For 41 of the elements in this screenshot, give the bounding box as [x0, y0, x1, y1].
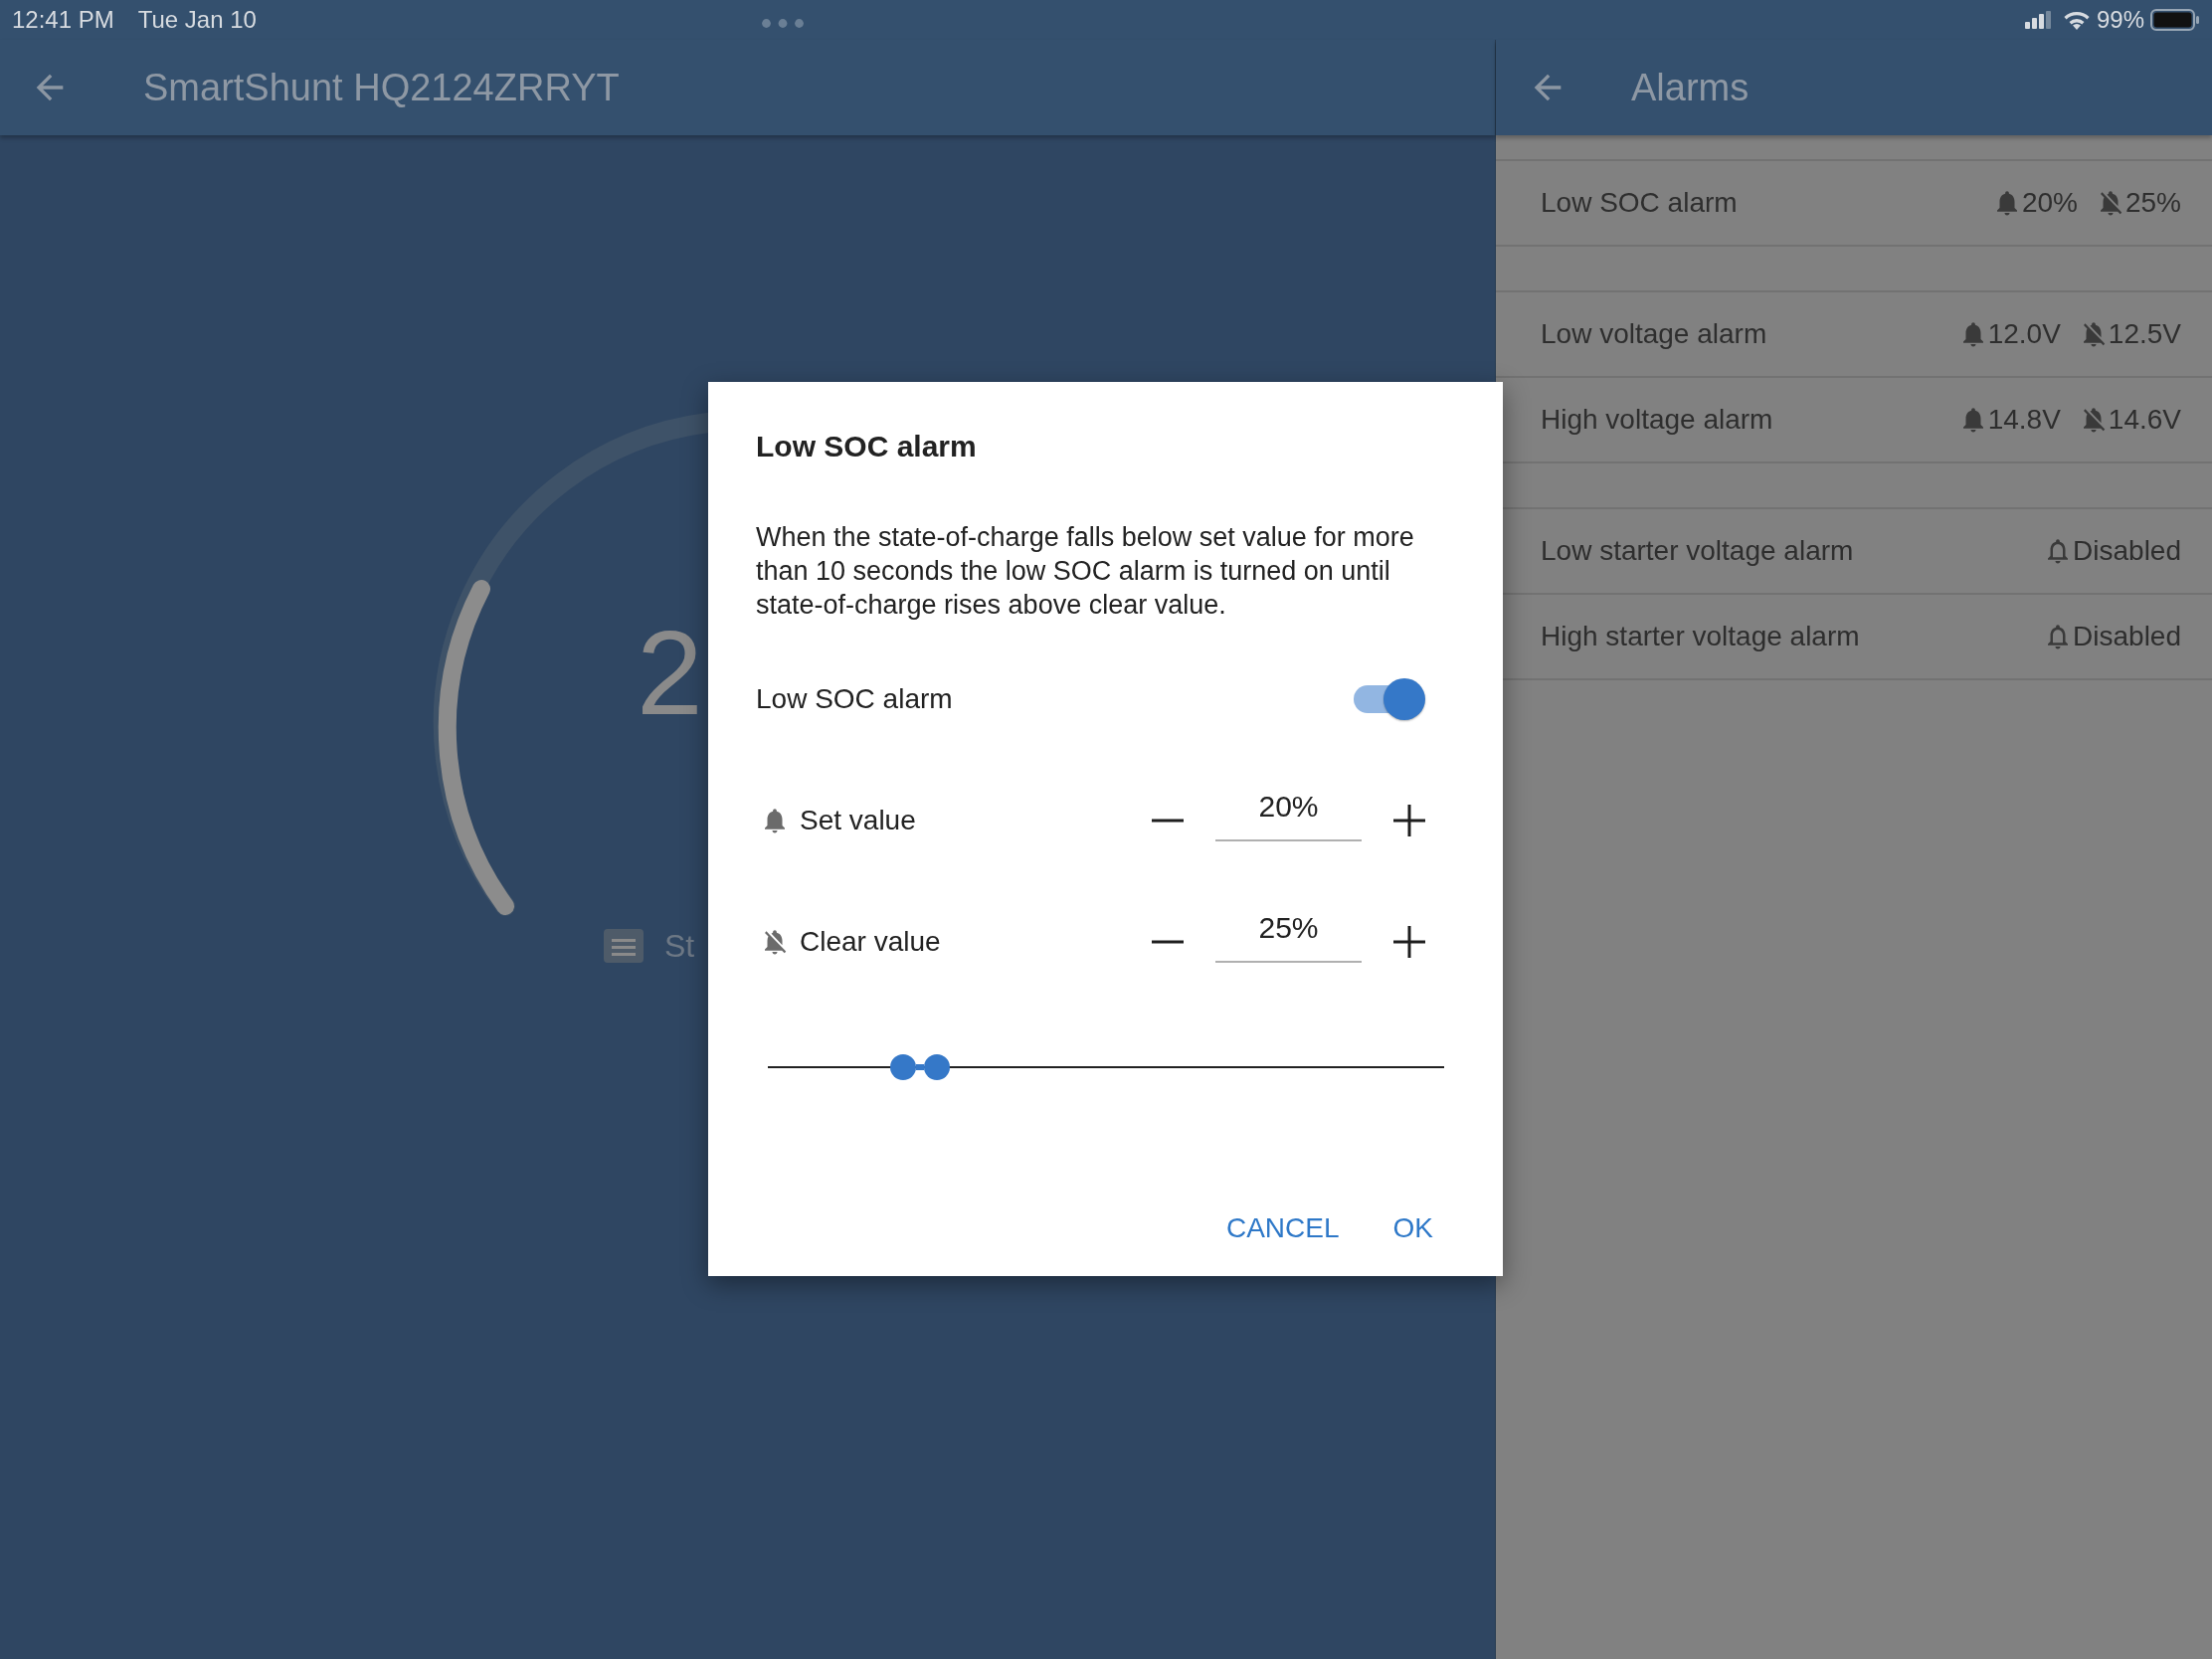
value-field[interactable]: 20%	[1215, 790, 1362, 841]
set-value: 20%	[2021, 187, 2078, 219]
alarm-name: Low SOC alarm	[1541, 187, 1738, 219]
alarm-status: Disabled	[2073, 535, 2181, 567]
status-time: 12:41 PM	[12, 6, 114, 34]
set-value: 12.0V	[1987, 318, 2061, 350]
slider-thumb[interactable]	[924, 1054, 950, 1080]
device-title: SmartShunt HQ2124ZRRYT	[143, 66, 620, 109]
battery-icon	[2150, 9, 2200, 31]
alarm-row[interactable]: Low voltage alarm 12.0V 12.5V	[1496, 292, 2212, 376]
alarm-name: High voltage alarm	[1541, 404, 1773, 436]
plus-button[interactable]	[1393, 926, 1425, 958]
clear-value: 25%	[2124, 187, 2181, 219]
signal-icon	[2024, 11, 2053, 29]
alarm-name: Low voltage alarm	[1541, 318, 1767, 350]
gauge-value: 2	[637, 613, 703, 732]
field-label: Set value	[800, 805, 916, 836]
status-date: Tue Jan 10	[137, 6, 257, 34]
alarm-row[interactable]: Low starter voltage alarm Disabled	[1496, 509, 2212, 593]
ok-button[interactable]: OK	[1381, 1202, 1445, 1254]
value-field[interactable]: 25%	[1215, 911, 1362, 963]
alarms-title: Alarms	[1631, 66, 1750, 109]
clear-value: 14.6V	[2108, 404, 2181, 436]
slider-range	[916, 1064, 924, 1070]
alarm-row[interactable]: Low SOC alarm 20% 25%	[1496, 161, 2212, 245]
gauge-label: St	[664, 928, 695, 965]
field-label: Clear value	[800, 926, 941, 958]
alarm-name: High starter voltage alarm	[1541, 621, 1860, 652]
more-dots-icon[interactable]	[760, 17, 805, 29]
alarm-name: Low starter voltage alarm	[1541, 535, 1854, 567]
set-value: 14.8V	[1987, 404, 2061, 436]
clear-value: 12.5V	[2108, 318, 2181, 350]
toggle-label: Low SOC alarm	[756, 683, 953, 715]
dialog-description: When the state-of-charge falls below set value for more than 10 seconds the low SOC alarm is turned on until state-of-charge rises above clear value.	[756, 521, 1415, 622]
battery-percent: 99%	[2096, 6, 2144, 34]
cancel-button[interactable]: CANCEL	[1213, 1202, 1352, 1254]
alarm-status: Disabled	[2073, 621, 2181, 652]
dialog-title: Low SOC alarm	[756, 430, 978, 463]
wifi-icon	[2062, 10, 2091, 30]
plus-button[interactable]	[1393, 805, 1425, 836]
slider-thumb[interactable]	[890, 1054, 916, 1080]
